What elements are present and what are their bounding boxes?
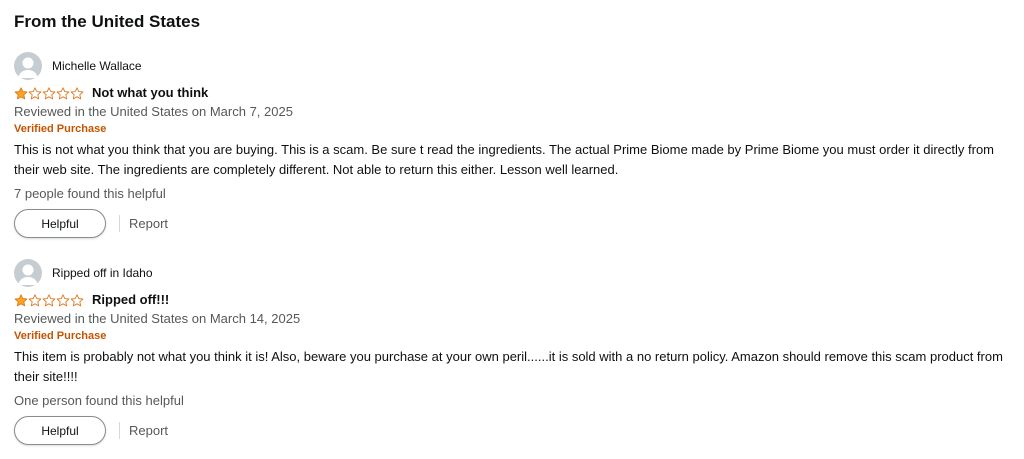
reviewer-name: Ripped off in Idaho bbox=[52, 266, 153, 280]
rating-row: Ripped off!!! bbox=[14, 292, 169, 308]
star-empty-icon bbox=[70, 293, 84, 306]
review-title[interactable]: Ripped off!!! bbox=[92, 292, 169, 308]
star-filled-icon bbox=[14, 293, 28, 306]
review-body: This item is probably not what you think… bbox=[14, 349, 1003, 384]
review-card: Ripped off in Idaho Ripped off!!! Review… bbox=[14, 259, 1014, 449]
review-card: Michelle Wallace Not what you think Revi… bbox=[14, 52, 1014, 242]
star-rating[interactable] bbox=[14, 293, 84, 307]
report-link[interactable]: Report bbox=[129, 216, 168, 231]
star-empty-icon bbox=[56, 86, 70, 99]
avatar-icon bbox=[14, 259, 42, 287]
review-actions: Helpful Report bbox=[14, 416, 168, 445]
verified-purchase-badge[interactable]: Verified Purchase bbox=[14, 330, 106, 343]
helpful-count: One person found this helpful bbox=[14, 393, 184, 408]
star-empty-icon bbox=[70, 86, 84, 99]
review-title[interactable]: Not what you think bbox=[92, 85, 208, 101]
section-title: From the United States bbox=[14, 12, 201, 31]
star-rating[interactable] bbox=[14, 86, 84, 100]
helpful-count: 7 people found this helpful bbox=[14, 186, 166, 201]
star-empty-icon bbox=[56, 293, 70, 306]
reviewer-profile[interactable]: Ripped off in Idaho bbox=[14, 259, 1014, 287]
star-empty-icon bbox=[42, 293, 56, 306]
review-date: Reviewed in the United States on March 7… bbox=[14, 104, 293, 119]
review-body: This is not what you think that you are … bbox=[14, 142, 995, 177]
star-empty-icon bbox=[28, 86, 42, 99]
helpful-button[interactable]: Helpful bbox=[14, 416, 106, 445]
rating-row: Not what you think bbox=[14, 85, 208, 101]
reviewer-profile[interactable]: Michelle Wallace bbox=[14, 52, 1014, 80]
avatar-icon bbox=[14, 52, 42, 80]
review-date: Reviewed in the United States on March 1… bbox=[14, 311, 301, 326]
helpful-button[interactable]: Helpful bbox=[14, 209, 106, 238]
review-actions: Helpful Report bbox=[14, 209, 168, 238]
reviews-section: From the United States Michelle Wallace … bbox=[0, 0, 1024, 459]
reviewer-name: Michelle Wallace bbox=[52, 59, 142, 73]
action-divider bbox=[119, 215, 120, 232]
verified-purchase-badge[interactable]: Verified Purchase bbox=[14, 123, 106, 136]
action-divider bbox=[119, 422, 120, 439]
star-empty-icon bbox=[42, 86, 56, 99]
star-empty-icon bbox=[28, 293, 42, 306]
star-filled-icon bbox=[14, 86, 28, 99]
report-link[interactable]: Report bbox=[129, 423, 168, 438]
